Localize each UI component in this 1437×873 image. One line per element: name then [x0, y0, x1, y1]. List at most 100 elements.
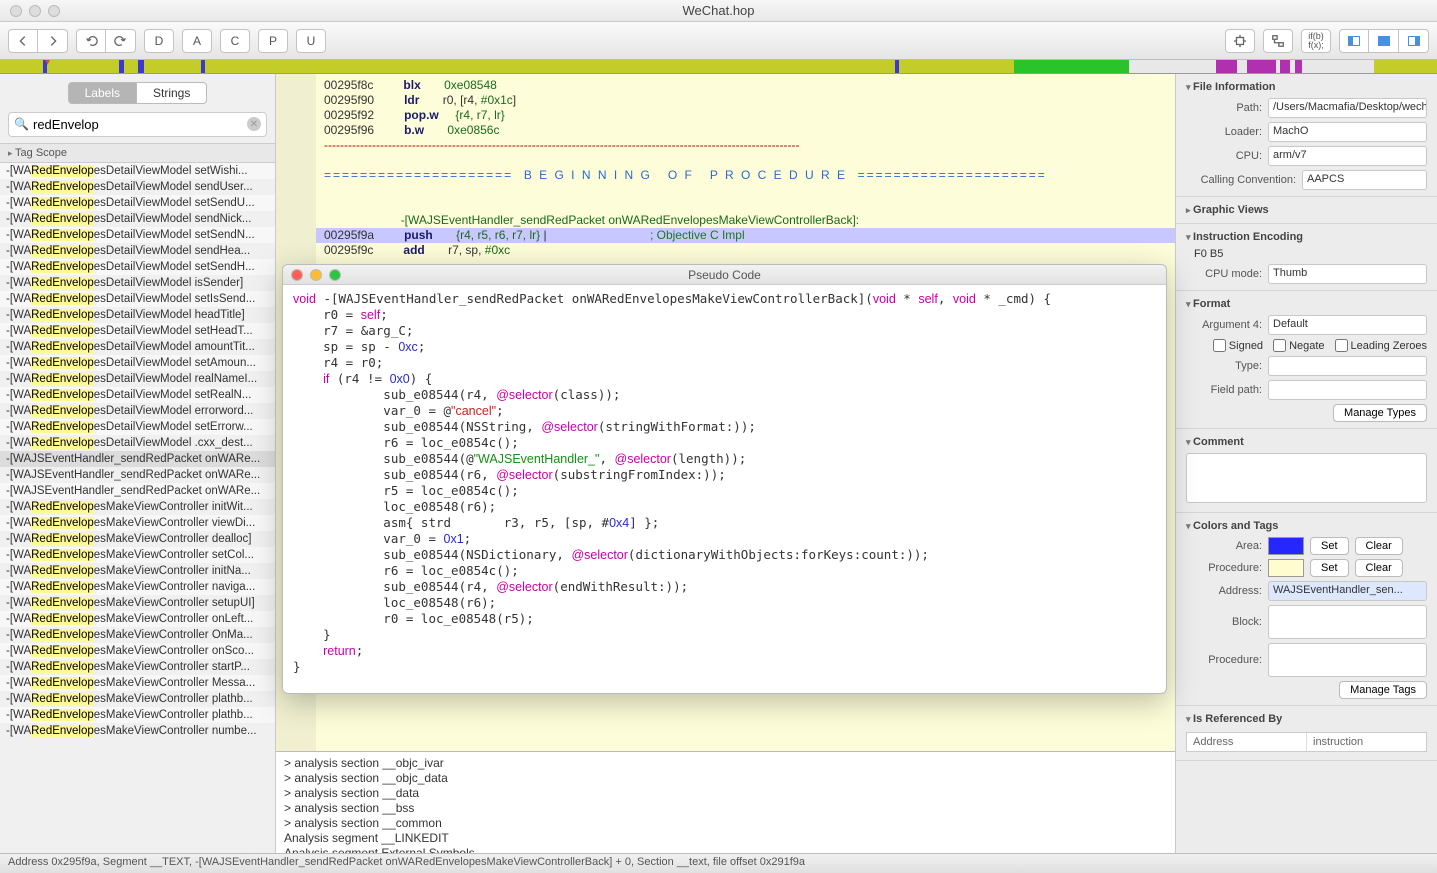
label-list-item[interactable]: -[WARedEnvelopesMakeViewController onLef… — [0, 611, 275, 627]
area-set-button[interactable]: Set — [1310, 537, 1349, 555]
procedure-set-button[interactable]: Set — [1310, 559, 1349, 577]
label-list-item[interactable]: -[WARedEnvelopesMakeViewController deall… — [0, 531, 275, 547]
clear-search-button[interactable]: ✕ — [247, 117, 261, 131]
area-clear-button[interactable]: Clear — [1355, 537, 1403, 555]
manage-tags-button[interactable]: Manage Tags — [1339, 681, 1427, 699]
pseudo-button[interactable]: if(b) f(x); — [1301, 29, 1331, 53]
procedure-color-swatch[interactable] — [1268, 559, 1304, 577]
address-tag-field[interactable]: WAJSEventHandler_sen... — [1268, 581, 1427, 601]
label-list-item[interactable]: -[WARedEnvelopesDetailViewModel setWishi… — [0, 163, 275, 179]
label-list-item[interactable]: -[WARedEnvelopesMakeViewController initW… — [0, 499, 275, 515]
field-path-select[interactable] — [1268, 380, 1427, 400]
label-list-item[interactable]: -[WAJSEventHandler_sendRedPacket onWARe.… — [0, 451, 275, 467]
chevron-left-icon — [16, 34, 30, 48]
show-bottom-panel-button[interactable] — [1369, 29, 1399, 53]
label-list-item[interactable]: -[WARedEnvelopesDetailViewModel sendUser… — [0, 179, 275, 195]
mode-u-button[interactable]: U — [296, 29, 326, 53]
label-list-item[interactable]: -[WARedEnvelopesMakeViewController onSco… — [0, 643, 275, 659]
redo-button[interactable] — [106, 29, 136, 53]
label-list-item[interactable]: -[WARedEnvelopesMakeViewController viewD… — [0, 515, 275, 531]
label-list-item[interactable]: -[WARedEnvelopesMakeViewController navig… — [0, 579, 275, 595]
path-field[interactable]: /Users/Macmafia/Desktop/wechat/F — [1268, 98, 1427, 118]
label-list-item[interactable]: -[WARedEnvelopesDetailViewModel setRealN… — [0, 387, 275, 403]
graph-button[interactable] — [1263, 29, 1293, 53]
label-list-item[interactable]: -[WARedEnvelopesDetailViewModel setIsSen… — [0, 291, 275, 307]
label-list-item[interactable]: -[WARedEnvelopesDetailViewModel setSendN… — [0, 227, 275, 243]
referenced-by-header[interactable]: Is Referenced By — [1176, 710, 1437, 728]
mode-a-button[interactable]: A — [182, 29, 212, 53]
search-input[interactable] — [8, 112, 267, 137]
label-list-item[interactable]: -[WARedEnvelopesDetailViewModel errorwor… — [0, 403, 275, 419]
undo-button[interactable] — [76, 29, 106, 53]
label-list[interactable]: -[WARedEnvelopesDetailViewModel setWishi… — [0, 163, 275, 853]
cpu-button[interactable] — [1225, 29, 1255, 53]
procedure-clear-button[interactable]: Clear — [1355, 559, 1403, 577]
tab-labels[interactable]: Labels — [68, 82, 137, 104]
label-list-item[interactable]: -[WARedEnvelopesMakeViewController setCo… — [0, 547, 275, 563]
references-table[interactable]: Address instruction — [1186, 732, 1427, 752]
status-bar: Address 0x295f9a, Segment __TEXT, -[WAJS… — [0, 853, 1437, 873]
cpu-field[interactable]: arm/v7 — [1268, 146, 1427, 166]
label-list-item[interactable]: -[WARedEnvelopesDetailViewModel sendNick… — [0, 211, 275, 227]
label-list-item[interactable]: -[WARedEnvelopesMakeViewController plath… — [0, 691, 275, 707]
label-list-item[interactable]: -[WARedEnvelopesMakeViewController Messa… — [0, 675, 275, 691]
block-tag-field[interactable] — [1268, 605, 1427, 639]
label-list-item[interactable]: -[WARedEnvelopesMakeViewController OnMa.… — [0, 627, 275, 643]
manage-types-button[interactable]: Manage Types — [1333, 404, 1427, 422]
label-list-item[interactable]: -[WARedEnvelopesDetailViewModel setAmoun… — [0, 355, 275, 371]
mode-c-button[interactable]: C — [220, 29, 250, 53]
label-list-item[interactable]: -[WARedEnvelopesMakeViewController plath… — [0, 707, 275, 723]
asm-current-line[interactable]: 00295f9a push {r4, r5, r6, r7, lr} | ; O… — [316, 228, 1175, 243]
log-line: > analysis section __data — [284, 786, 1167, 801]
tag-scope-header[interactable]: Tag Scope — [0, 143, 275, 163]
graphic-views-header[interactable]: Graphic Views — [1176, 201, 1437, 219]
label-list-item[interactable]: -[WARedEnvelopesMakeViewController start… — [0, 659, 275, 675]
label-list-item[interactable]: -[WARedEnvelopesDetailViewModel setSendH… — [0, 259, 275, 275]
comment-header[interactable]: Comment — [1176, 433, 1437, 451]
label-list-item[interactable]: -[WARedEnvelopesDetailViewModel .cxx_des… — [0, 435, 275, 451]
label-list-item[interactable]: -[WARedEnvelopesDetailViewModel setHeadT… — [0, 323, 275, 339]
log-line: Analysis segment __LINKEDIT — [284, 831, 1167, 846]
colors-tags-header[interactable]: Colors and Tags — [1176, 517, 1437, 535]
log-panel[interactable]: > analysis section __objc_ivar> analysis… — [276, 751, 1175, 853]
label-list-item[interactable]: -[WARedEnvelopesDetailViewModel setSendU… — [0, 195, 275, 211]
log-line: > analysis section __common — [284, 816, 1167, 831]
leading-zeroes-checkbox[interactable] — [1335, 339, 1348, 352]
calling-convention-select[interactable]: AAPCS — [1302, 170, 1427, 190]
mode-p-button[interactable]: P — [258, 29, 288, 53]
label-list-item[interactable]: -[WARedEnvelopesDetailViewModel headTitl… — [0, 307, 275, 323]
instruction-encoding-header[interactable]: Instruction Encoding — [1176, 228, 1437, 246]
comment-textarea[interactable] — [1186, 453, 1427, 503]
label-list-item[interactable]: -[WAJSEventHandler_sendRedPacket onWARe.… — [0, 483, 275, 499]
tab-strings[interactable]: Strings — [137, 82, 207, 104]
redo-icon — [114, 34, 128, 48]
minimap[interactable]: ▾ — [0, 60, 1437, 74]
show-left-panel-button[interactable] — [1339, 29, 1369, 53]
back-button[interactable] — [8, 29, 38, 53]
forward-button[interactable] — [38, 29, 68, 53]
area-color-swatch[interactable] — [1268, 537, 1304, 555]
format-header[interactable]: Format — [1176, 295, 1437, 313]
mode-d-button[interactable]: D — [144, 29, 174, 53]
label-list-item[interactable]: -[WARedEnvelopesMakeViewController initN… — [0, 563, 275, 579]
show-right-panel-button[interactable] — [1399, 29, 1429, 53]
type-select[interactable] — [1268, 356, 1427, 376]
label-list-item[interactable]: -[WARedEnvelopesDetailViewModel sendHea.… — [0, 243, 275, 259]
pseudo-code-body[interactable]: void -[WAJSEventHandler_sendRedPacket on… — [283, 285, 1166, 693]
pseudo-code-window[interactable]: Pseudo Code void -[WAJSEventHandler_send… — [282, 264, 1167, 694]
label-list-item[interactable]: -[WARedEnvelopesMakeViewController setup… — [0, 595, 275, 611]
negate-checkbox[interactable] — [1273, 339, 1286, 352]
label-list-item[interactable]: -[WARedEnvelopesDetailViewModel isSender… — [0, 275, 275, 291]
cpu-mode-select[interactable]: Thumb — [1268, 264, 1427, 284]
label-list-item[interactable]: -[WARedEnvelopesDetailViewModel setError… — [0, 419, 275, 435]
asm-proc-label: -[WAJSEventHandler_sendRedPacket onWARed… — [401, 213, 859, 227]
label-list-item[interactable]: -[WARedEnvelopesDetailViewModel amountTi… — [0, 339, 275, 355]
file-info-header[interactable]: File Information — [1176, 78, 1437, 96]
label-list-item[interactable]: -[WARedEnvelopesMakeViewController numbe… — [0, 723, 275, 739]
label-list-item[interactable]: -[WARedEnvelopesDetailViewModel realName… — [0, 371, 275, 387]
loader-field[interactable]: MachO — [1268, 122, 1427, 142]
procedure-tag-field[interactable] — [1268, 643, 1427, 677]
argument4-select[interactable]: Default — [1268, 315, 1427, 335]
label-list-item[interactable]: -[WAJSEventHandler_sendRedPacket onWARe.… — [0, 467, 275, 483]
signed-checkbox[interactable] — [1213, 339, 1226, 352]
